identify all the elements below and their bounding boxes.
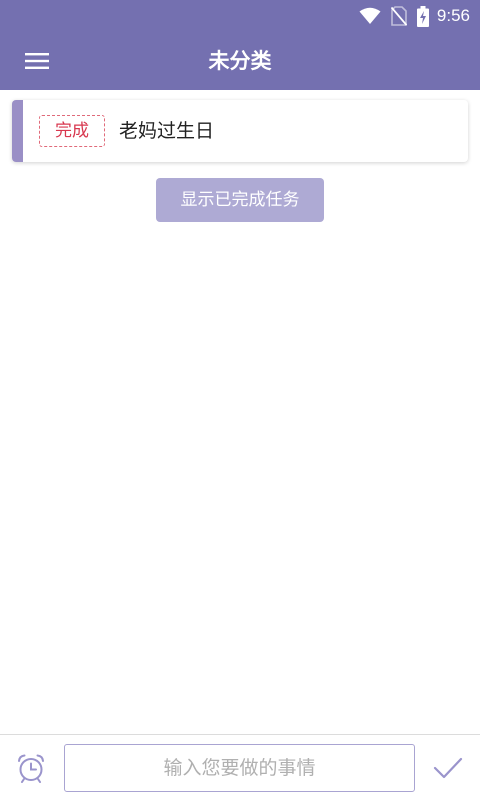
task-accent-bar xyxy=(12,100,23,162)
status-time: 9:56 xyxy=(436,6,470,25)
bottom-input-bar xyxy=(0,734,480,800)
complete-button[interactable]: 完成 xyxy=(39,115,105,147)
alarm-clock-icon xyxy=(16,753,46,783)
hamburger-menu-icon xyxy=(25,52,49,70)
status-icons: 9:56 xyxy=(349,0,470,32)
page-title: 未分类 xyxy=(208,49,272,73)
menu-button[interactable] xyxy=(16,46,58,76)
status-bar: 9:56 xyxy=(0,0,480,32)
task-card[interactable]: 完成 老妈过生日 xyxy=(12,100,468,162)
confirm-button[interactable] xyxy=(428,749,468,787)
app-bar: 未分类 xyxy=(0,32,480,90)
task-input[interactable] xyxy=(64,744,415,792)
checkmark-icon xyxy=(433,756,463,780)
no-sim-icon xyxy=(390,6,407,26)
wifi-icon xyxy=(359,7,381,25)
task-list-area: 完成 老妈过生日 显示已完成任务 xyxy=(0,90,480,734)
task-title: 老妈过生日 xyxy=(119,120,215,142)
battery-charging-icon xyxy=(416,5,429,27)
alarm-button[interactable] xyxy=(12,749,50,787)
show-completed-button[interactable]: 显示已完成任务 xyxy=(156,178,324,222)
